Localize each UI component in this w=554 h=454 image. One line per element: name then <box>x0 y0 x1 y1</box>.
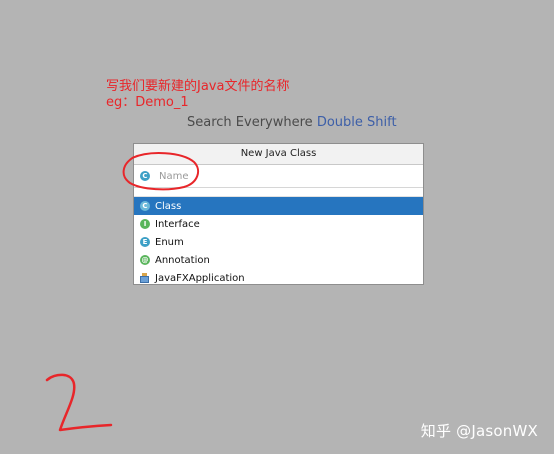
annotation-overlay <box>45 152 200 432</box>
name-field-circle-annotation <box>122 152 200 191</box>
watermark: 知乎 @JasonWX <box>420 422 538 440</box>
step-number-mark <box>45 373 113 432</box>
